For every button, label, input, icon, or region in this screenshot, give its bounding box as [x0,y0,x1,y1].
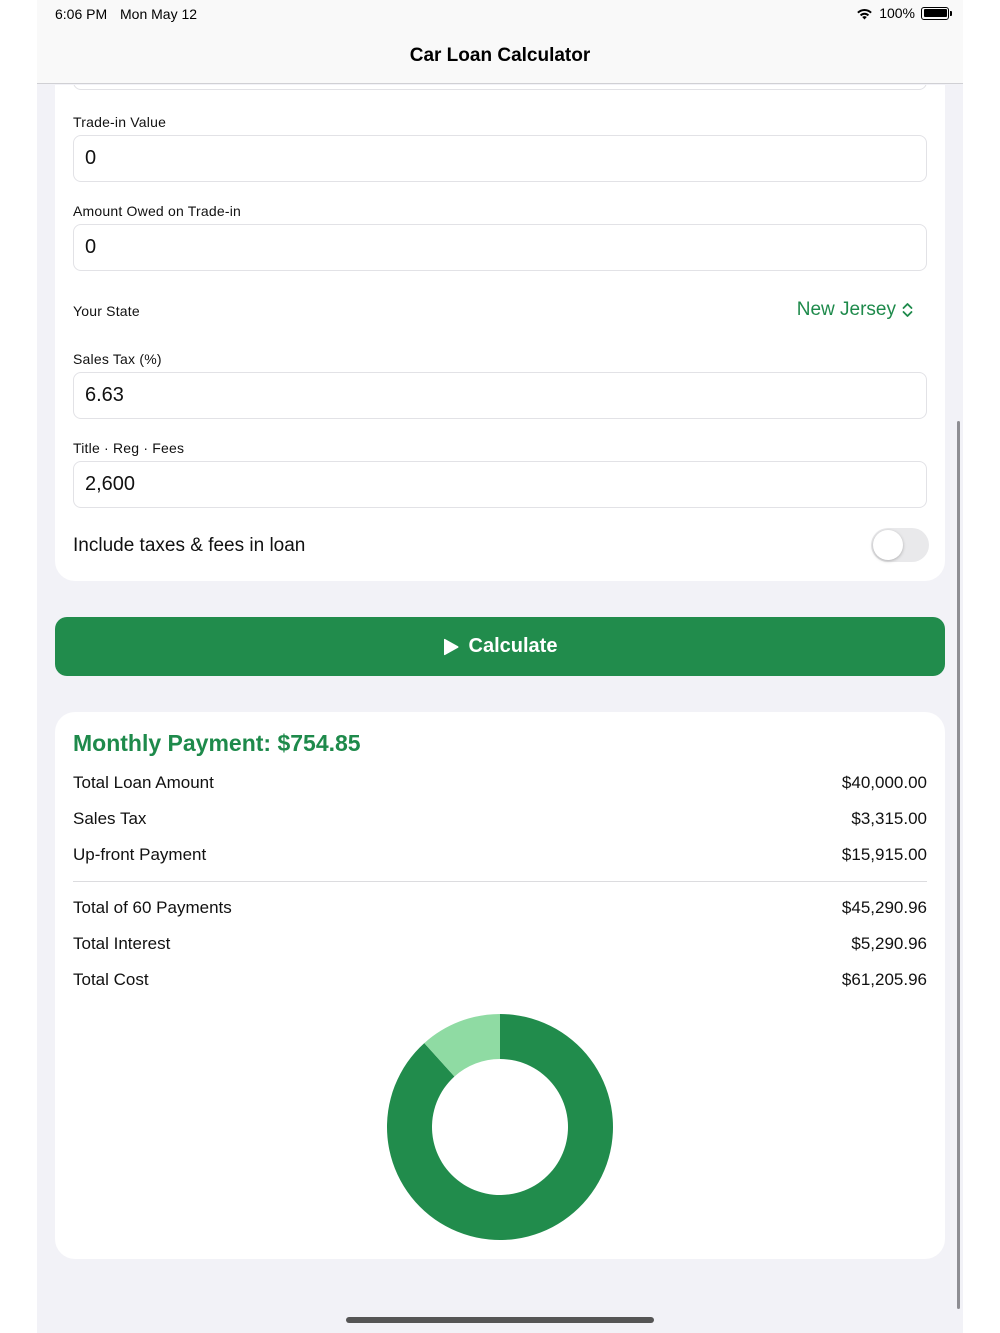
monthly-payment-title: Monthly Payment: $754.85 [73,730,361,756]
battery-percent: 100% [879,5,915,21]
result-label: Up-front Payment [73,845,207,864]
status-indicators: 100% [856,5,952,21]
status-time: 6:06 PM [55,6,108,22]
result-value: $45,290.96 [841,898,927,917]
result-value: $61,205.96 [841,970,927,989]
scrollbar[interactable] [957,421,960,1309]
result-label: Total Loan Amount [73,773,214,792]
amount-owed-input[interactable]: 0 [73,224,927,271]
state-label: Your State [73,303,140,319]
result-row: Total Cost $61,205.96 [73,970,927,994]
donut-chart [387,1014,613,1240]
loan-form-card: Trade-in Value 0 Amount Owed on Trade-in… [55,85,945,581]
result-label: Total Interest [73,934,171,953]
battery-icon [921,6,952,20]
result-row: Total Interest $5,290.96 [73,934,927,958]
scroll-content[interactable]: Trade-in Value 0 Amount Owed on Trade-in… [37,85,963,1333]
result-label: Sales Tax [73,809,147,828]
result-row: Total Loan Amount $40,000.00 [73,773,927,797]
play-icon [443,638,459,655]
status-bar: 6:06 PM Mon May 12 100% [37,0,963,28]
calculate-button[interactable]: Calculate [55,617,945,676]
result-label: Total Cost [73,970,149,989]
wifi-icon [857,8,872,19]
include-taxes-toggle[interactable] [871,528,929,562]
home-indicator[interactable] [346,1317,654,1323]
result-row: Up-front Payment $15,915.00 [73,845,927,869]
result-row: Sales Tax $3,315.00 [73,809,927,833]
status-date: Mon May 12 [120,6,198,22]
amount-owed-label: Amount Owed on Trade-in [73,203,242,219]
toggle-knob [873,530,903,560]
page-title: Car Loan Calculator [409,45,591,66]
result-value: $15,915.00 [841,845,927,864]
sales-tax-label: Sales Tax (%) [73,351,162,367]
include-taxes-label: Include taxes & fees in loan [73,535,306,556]
chevron-up-down-icon [902,303,913,317]
result-value: $5,290.96 [851,934,927,953]
trade-in-label: Trade-in Value [73,114,167,130]
fees-label: Title · Reg · Fees [73,440,185,456]
result-value: $40,000.00 [841,773,927,792]
state-picker[interactable]: New Jersey [797,299,913,321]
result-label: Total of 60 Payments [73,898,232,917]
results-card: Monthly Payment: $754.85 Total Loan Amou… [55,712,945,1259]
result-row: Total of 60 Payments $45,290.96 [73,898,927,922]
result-value: $3,315.00 [851,809,927,828]
fees-input[interactable]: 2,600 [73,461,927,508]
state-picker-value: New Jersey [796,299,896,320]
divider [73,881,927,882]
navigation-bar: Car Loan Calculator [37,28,963,84]
previous-field-input[interactable] [73,85,927,90]
trade-in-input[interactable]: 0 [73,135,927,182]
calculate-label: Calculate [468,635,558,657]
device-screen: 6:06 PM Mon May 12 100% Car Loan Calcula… [37,0,963,1333]
sales-tax-input[interactable]: 6.63 [73,372,927,419]
